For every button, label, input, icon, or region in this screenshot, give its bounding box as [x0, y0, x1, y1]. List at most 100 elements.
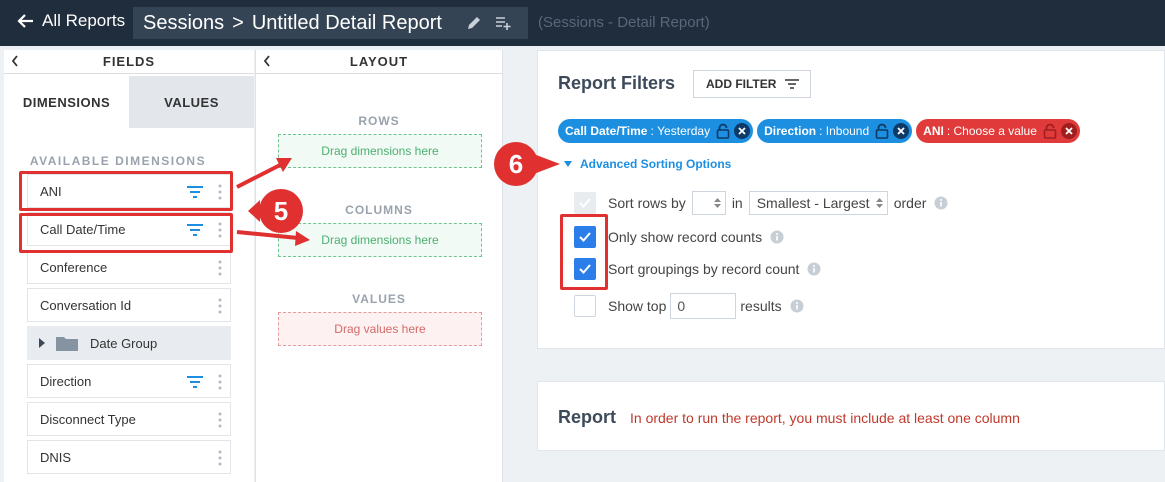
sort-rows-label: Sort rows by — [608, 195, 686, 211]
top-bar: All Reports Sessions > Untitled Detail Rep… — [0, 0, 1165, 46]
filter-icon[interactable] — [186, 375, 204, 389]
available-dimensions-label: AVAILABLE DIMENSIONS — [29, 154, 207, 168]
values-label: VALUES — [352, 292, 406, 306]
show-top-label: Show top — [608, 298, 667, 314]
select-arrows-icon — [875, 198, 883, 208]
step-6-number: 6 — [509, 149, 523, 179]
report-title: Sessions > Untitled Detail Report — [143, 12, 442, 35]
fields-tabs: DIMENSIONS VALUES — [4, 76, 254, 128]
all-reports-back-button[interactable]: All Reports — [16, 11, 125, 31]
drag-handle-icon[interactable] — [218, 450, 222, 466]
dimension-label: Disconnect Type — [40, 411, 136, 427]
dimension-label: Date Group — [90, 335, 158, 351]
show-top-option: Show top 0 results — [574, 293, 804, 319]
dimension-item-conversation-id[interactable]: Conversation Id — [27, 288, 231, 322]
show-top-input[interactable]: 0 — [670, 293, 737, 319]
chip-value: Choose a value — [953, 124, 1037, 138]
info-icon[interactable] — [807, 262, 821, 276]
dimension-group-date-group[interactable]: Date Group — [27, 326, 231, 360]
sort-order-select[interactable]: Smallest - Largest — [748, 191, 888, 215]
drag-handle-icon[interactable] — [218, 374, 222, 390]
fields-panel: FIELDS DIMENSIONS VALUES AVAILABLE DIMEN… — [4, 50, 254, 482]
report-error-message: In order to run the report, you must inc… — [630, 410, 1020, 426]
advanced-sorting-toggle[interactable]: Advanced Sorting Options — [564, 157, 731, 171]
report-card: Report In order to run the report, you m… — [537, 381, 1165, 451]
tab-dimensions[interactable]: DIMENSIONS — [4, 76, 129, 128]
drag-handle-icon[interactable] — [218, 298, 222, 314]
lock-icon[interactable] — [1043, 123, 1057, 139]
drag-handle-icon[interactable] — [218, 260, 222, 276]
chip-field: Direction — [764, 124, 817, 138]
report-filters-card: Report Filters ADD FILTER Call Date/Time… — [537, 50, 1165, 349]
chip-field: ANI — [923, 124, 944, 138]
chip-value: Yesterday — [657, 124, 711, 138]
chevron-left-icon[interactable] — [262, 54, 272, 68]
chip-value: Inbound — [825, 124, 870, 138]
lock-icon[interactable] — [875, 123, 889, 139]
fields-panel-header: FIELDS — [4, 50, 254, 74]
report-section-title: Report — [558, 407, 616, 427]
filter-icon — [785, 79, 800, 89]
caret-down-icon — [564, 161, 572, 167]
only-counts-label: Only show record counts — [608, 229, 763, 245]
report-filters-title: Report Filters — [558, 73, 676, 93]
tab-values[interactable]: VALUES — [129, 76, 254, 128]
fields-title: FIELDS — [102, 54, 156, 69]
breadcrumb-parent[interactable]: Sessions — [143, 12, 224, 34]
close-circle-icon[interactable] — [733, 122, 751, 140]
folder-icon — [56, 337, 78, 351]
columns-label: COLUMNS — [345, 203, 413, 217]
lock-icon[interactable] — [716, 123, 730, 139]
filter-chips: Call Date/Time: Yesterday Direction: Inb… — [558, 119, 1084, 143]
rows-label: ROWS — [358, 114, 400, 128]
info-icon[interactable] — [790, 299, 804, 313]
info-icon[interactable] — [934, 196, 948, 210]
back-label: All Reports — [42, 11, 126, 30]
highlight-checkboxes — [560, 214, 608, 290]
filter-chip-direction[interactable]: Direction: Inbound — [757, 119, 913, 143]
playlist-add-icon[interactable] — [495, 15, 511, 31]
highlight-ani — [19, 171, 233, 211]
filter-chip-call-date-time[interactable]: Call Date/Time: Yesterday — [558, 119, 754, 143]
pencil-icon[interactable] — [466, 15, 482, 31]
sort-rows-option: Sort rows by in Smallest - Largest order — [574, 191, 948, 215]
rows-drop-zone[interactable]: Drag dimensions here — [278, 134, 482, 168]
select-arrows-icon — [713, 198, 721, 208]
close-circle-icon[interactable] — [1060, 122, 1078, 140]
sort-groupings-option: Sort groupings by record count — [574, 258, 821, 280]
dimension-item-direction[interactable]: Direction — [27, 364, 231, 398]
close-circle-icon[interactable] — [892, 122, 910, 140]
sort-in-label: in — [731, 195, 743, 211]
values-drop-zone[interactable]: Drag values here — [278, 312, 482, 346]
drag-handle-icon[interactable] — [218, 412, 222, 428]
highlight-call-date-time — [19, 213, 233, 253]
report-subtitle: (Sessions - Detail Report) — [538, 14, 710, 31]
add-filter-button[interactable]: ADD FILTER — [693, 70, 811, 98]
show-top-checkbox[interactable] — [574, 295, 596, 317]
chevron-left-icon[interactable] — [10, 54, 20, 68]
dimension-label: Conference — [40, 259, 108, 275]
layout-panel: LAYOUT ROWS Drag dimensions here COLUMNS… — [255, 50, 503, 482]
filter-chip-ani[interactable]: ANI: Choose a value — [916, 119, 1080, 143]
arrow-left-icon — [17, 14, 33, 28]
add-filter-label: ADD FILTER — [706, 77, 777, 91]
show-top-suffix: results — [740, 298, 782, 314]
breadcrumb-separator: > — [232, 11, 244, 34]
check-icon — [579, 198, 591, 208]
sort-order-suffix: order — [893, 195, 927, 211]
sort-rows-checkbox[interactable] — [574, 192, 596, 214]
layout-title: LAYOUT — [349, 54, 409, 69]
sort-order-value: Smallest - Largest — [756, 195, 870, 211]
sort-rows-select[interactable] — [691, 191, 726, 215]
dimension-item-dnis[interactable]: DNIS — [27, 440, 231, 474]
columns-drop-zone[interactable]: Drag dimensions here — [278, 223, 482, 257]
dimension-label: DNIS — [40, 449, 72, 465]
dimension-item-disconnect-type[interactable]: Disconnect Type — [27, 402, 231, 436]
sort-groupings-label: Sort groupings by record count — [608, 261, 800, 277]
dimension-item-conference[interactable]: Conference — [27, 250, 231, 284]
info-icon[interactable] — [770, 230, 784, 244]
caret-right-icon[interactable] — [38, 338, 46, 348]
advanced-sorting-label: Advanced Sorting Options — [580, 157, 732, 171]
dimension-label: Conversation Id — [40, 297, 132, 313]
report-name: Untitled Detail Report — [251, 11, 442, 34]
